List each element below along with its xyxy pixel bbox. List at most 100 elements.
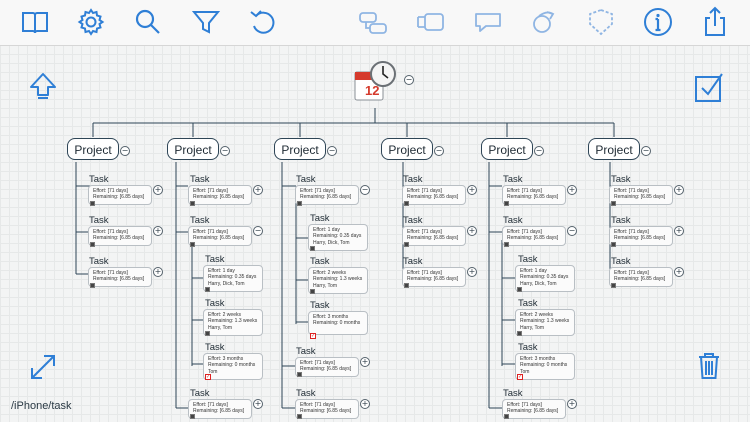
expand-icon[interactable] [26, 350, 60, 384]
task-node[interactable]: Task [310, 256, 330, 267]
collapse-toggle[interactable]: − [220, 146, 230, 156]
task-info-box: Effort: [71 days] Remaining: [6.85 days] [88, 267, 152, 287]
add-child-node-icon[interactable] [356, 4, 392, 40]
task-node[interactable]: Task [403, 215, 423, 226]
task-info-box: Effort: 1 day Remaining: 0.35 days Harry, … [308, 224, 368, 251]
calendar-clock-icon[interactable]: 12 [352, 60, 398, 104]
task-node[interactable]: Task [190, 215, 210, 226]
share-icon[interactable] [697, 4, 733, 40]
task-node[interactable]: Task [205, 342, 225, 353]
task-node[interactable]: Task [611, 174, 631, 185]
document-icon [190, 242, 195, 247]
task-node[interactable]: Task [205, 298, 225, 309]
expand-toggle[interactable]: + [153, 185, 163, 195]
collapse-toggle[interactable]: − [534, 146, 544, 156]
document-icon [404, 201, 409, 206]
project-node[interactable]: Project [67, 138, 119, 160]
task-node[interactable]: Task [518, 254, 538, 265]
document-icon [90, 242, 95, 247]
expand-toggle[interactable]: + [467, 185, 477, 195]
expand-toggle[interactable]: + [567, 399, 577, 409]
task-node[interactable]: Task [503, 388, 523, 399]
expand-toggle[interactable]: + [153, 267, 163, 277]
project-node[interactable]: Project [167, 138, 219, 160]
info-icon[interactable] [640, 4, 676, 40]
task-info-box: Effort: [71 days] Remaining: [6.85 days] [402, 267, 466, 287]
expand-toggle[interactable]: + [467, 226, 477, 236]
expand-toggle[interactable]: + [674, 185, 684, 195]
task-node[interactable]: Task [89, 215, 109, 226]
task-node[interactable]: Task [190, 388, 210, 399]
collapse-toggle[interactable]: − [434, 146, 444, 156]
task-node[interactable]: Task [518, 342, 538, 353]
go-up-icon[interactable] [26, 70, 60, 104]
document-icon [310, 246, 315, 251]
expand-toggle[interactable]: + [360, 357, 370, 367]
add-sibling-node-icon[interactable] [413, 4, 449, 40]
expand-toggle[interactable]: + [674, 267, 684, 277]
task-info-box: Effort: [71 days] Remaining: [6.85 days] [295, 185, 359, 205]
task-node[interactable]: Task [403, 256, 423, 267]
expand-toggle[interactable]: + [253, 185, 263, 195]
task-node[interactable]: Task [310, 300, 330, 311]
task-node[interactable]: Task [611, 256, 631, 267]
project-node[interactable]: Project [381, 138, 433, 160]
book-icon[interactable] [17, 4, 53, 40]
project-node[interactable]: Project [588, 138, 640, 160]
task-info-box: Effort: [71 days] Remaining: [6.85 days] [402, 185, 466, 205]
task-node[interactable]: Task [296, 388, 316, 399]
expand-toggle[interactable]: + [674, 226, 684, 236]
task-node[interactable]: Task [403, 174, 423, 185]
relationship-icon[interactable] [525, 4, 561, 40]
trash-icon[interactable] [692, 348, 726, 382]
task-node[interactable]: Task [89, 174, 109, 185]
document-icon [504, 201, 509, 206]
gear-icon[interactable] [73, 4, 109, 40]
document-icon [517, 287, 522, 292]
task-node[interactable]: Task [205, 254, 225, 265]
undo-icon[interactable] [245, 4, 281, 40]
expand-toggle[interactable]: + [567, 185, 577, 195]
checkmark-icon: ✓ [310, 333, 316, 339]
task-node[interactable]: Task [310, 213, 330, 224]
document-icon [611, 283, 616, 288]
task-info-box: Effort: 3 months Remaining: 0 months Tom [203, 353, 263, 380]
project-node[interactable]: Project [274, 138, 326, 160]
collapse-toggle[interactable]: − [360, 185, 370, 195]
task-info-box: Effort: 2 weeks Remaining: 1.3 weeks Harry… [515, 309, 575, 336]
expand-toggle[interactable]: + [467, 267, 477, 277]
document-icon [404, 242, 409, 247]
boundary-icon[interactable] [583, 4, 619, 40]
task-node[interactable]: Task [190, 174, 210, 185]
document-icon [297, 372, 302, 377]
collapse-toggle[interactable]: − [327, 146, 337, 156]
document-icon [611, 201, 616, 206]
task-node[interactable]: Task [518, 298, 538, 309]
task-node[interactable]: Task [296, 346, 316, 357]
filter-icon[interactable] [188, 4, 224, 40]
search-icon[interactable] [130, 4, 166, 40]
document-icon [190, 414, 195, 419]
document-icon [205, 287, 210, 292]
task-info-box: Effort: [71 days] Remaining: [6.85 days] [88, 185, 152, 205]
task-info-box: Effort: [71 days] Remaining: [6.85 days] [609, 185, 673, 205]
collapse-toggle[interactable]: − [567, 226, 577, 236]
toolbar [0, 0, 750, 46]
collapse-toggle[interactable]: − [253, 226, 263, 236]
root-collapse-toggle[interactable]: − [404, 75, 414, 85]
project-node[interactable]: Project [481, 138, 533, 160]
expand-toggle[interactable]: + [360, 399, 370, 409]
document-icon [190, 201, 195, 206]
task-node[interactable]: Task [89, 256, 109, 267]
task-node[interactable]: Task [296, 174, 316, 185]
task-node[interactable]: Task [611, 215, 631, 226]
checkmark-icon: ✓ [517, 374, 523, 380]
task-node[interactable]: Task [503, 174, 523, 185]
checkbox-select-icon[interactable] [692, 70, 726, 104]
expand-toggle[interactable]: + [253, 399, 263, 409]
collapse-toggle[interactable]: − [120, 146, 130, 156]
task-node[interactable]: Task [503, 215, 523, 226]
expand-toggle[interactable]: + [153, 226, 163, 236]
callout-icon[interactable] [470, 4, 506, 40]
collapse-toggle[interactable]: − [641, 146, 651, 156]
